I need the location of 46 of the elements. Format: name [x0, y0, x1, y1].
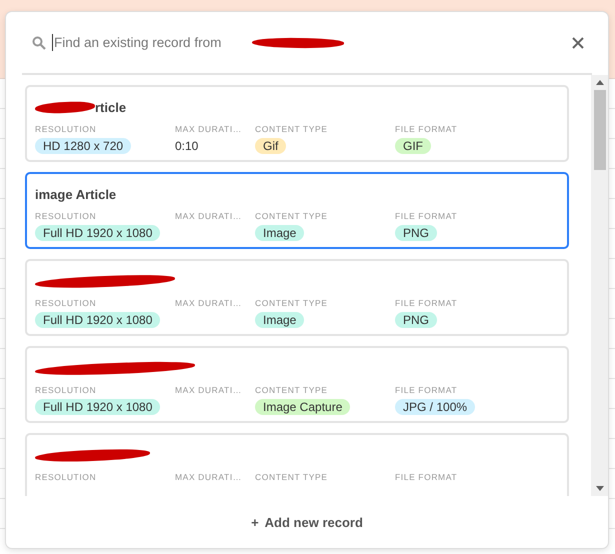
record-title: image Article	[35, 186, 116, 202]
field-label: FILE FORMAT	[395, 124, 458, 136]
tag: JPG / 100%	[395, 399, 476, 415]
tag: PNG	[395, 312, 438, 328]
tag: Full HD 1920 x 1080	[35, 399, 160, 415]
field-label: MAX DURATI…	[175, 298, 243, 310]
field-label: RESOLUTION	[35, 472, 98, 484]
scrollbar-thumb[interactable]	[594, 90, 606, 170]
search-icon	[32, 36, 46, 50]
scrollbar[interactable]	[591, 75, 608, 496]
field-label: RESOLUTION	[35, 211, 98, 223]
field-label: FILE FORMAT	[395, 211, 458, 223]
tag: HD 1280 x 720	[35, 138, 132, 154]
field-label: MAX DURATI…	[175, 211, 243, 223]
record-card[interactable]: image Article RESOLUTION Full HD 1920 x 1080 MAX DURATI… CONTENT TYPE Image FILE FORMAT PNG	[25, 172, 569, 249]
record-card[interactable]: RESOLUTION Full HD 1920 x 1080 MAX DURATI… CONTENT TYPE Image Capture FILE FORMAT JPG / 100%	[25, 346, 569, 423]
tag: Full HD 1920 x 1080	[35, 225, 160, 241]
field-label: MAX DURATI…	[175, 124, 243, 136]
scroll-up-arrow-icon[interactable]	[596, 80, 604, 85]
tag: Image	[255, 312, 304, 328]
field-label: CONTENT TYPE	[255, 298, 329, 310]
field-label: CONTENT TYPE	[255, 385, 329, 397]
record-card[interactable]: rticle RESOLUTION HD 1280 x 720 MAX DURATI… 0:10 CONTENT TYPE Gif FILE FORMAT GIF	[25, 85, 569, 162]
record-card[interactable]: RESOLUTION Full HD 1920 x 1080 MAX DURATI… CONTENT TYPE Image FILE FORMAT PNG	[25, 259, 569, 336]
tag: PNG	[395, 225, 438, 241]
tag: Full HD 1920 x 1080	[35, 312, 160, 328]
tag: Image Capture	[255, 399, 350, 415]
scroll-down-arrow-icon[interactable]	[596, 486, 604, 491]
record-title: rticle	[95, 100, 126, 114]
field-label: MAX DURATI…	[175, 385, 243, 397]
field-label: FILE FORMAT	[395, 298, 458, 310]
tag: Image	[255, 225, 304, 241]
field-label: CONTENT TYPE	[255, 472, 329, 484]
close-button[interactable]	[570, 34, 586, 50]
field-label: FILE FORMAT	[395, 472, 458, 484]
tag: Gif	[255, 138, 286, 154]
field-label: CONTENT TYPE	[255, 211, 329, 223]
tag: GIF	[395, 138, 431, 154]
field-label: RESOLUTION	[35, 124, 98, 136]
add-record-button[interactable]: + Add new record	[245, 514, 369, 530]
field-label: RESOLUTION	[35, 298, 98, 310]
field-label: MAX DURATI…	[175, 472, 243, 484]
field-label: RESOLUTION	[35, 385, 98, 397]
field-label: FILE FORMAT	[395, 385, 458, 397]
field-value: 0:10	[175, 138, 198, 154]
field-label: CONTENT TYPE	[255, 124, 329, 136]
